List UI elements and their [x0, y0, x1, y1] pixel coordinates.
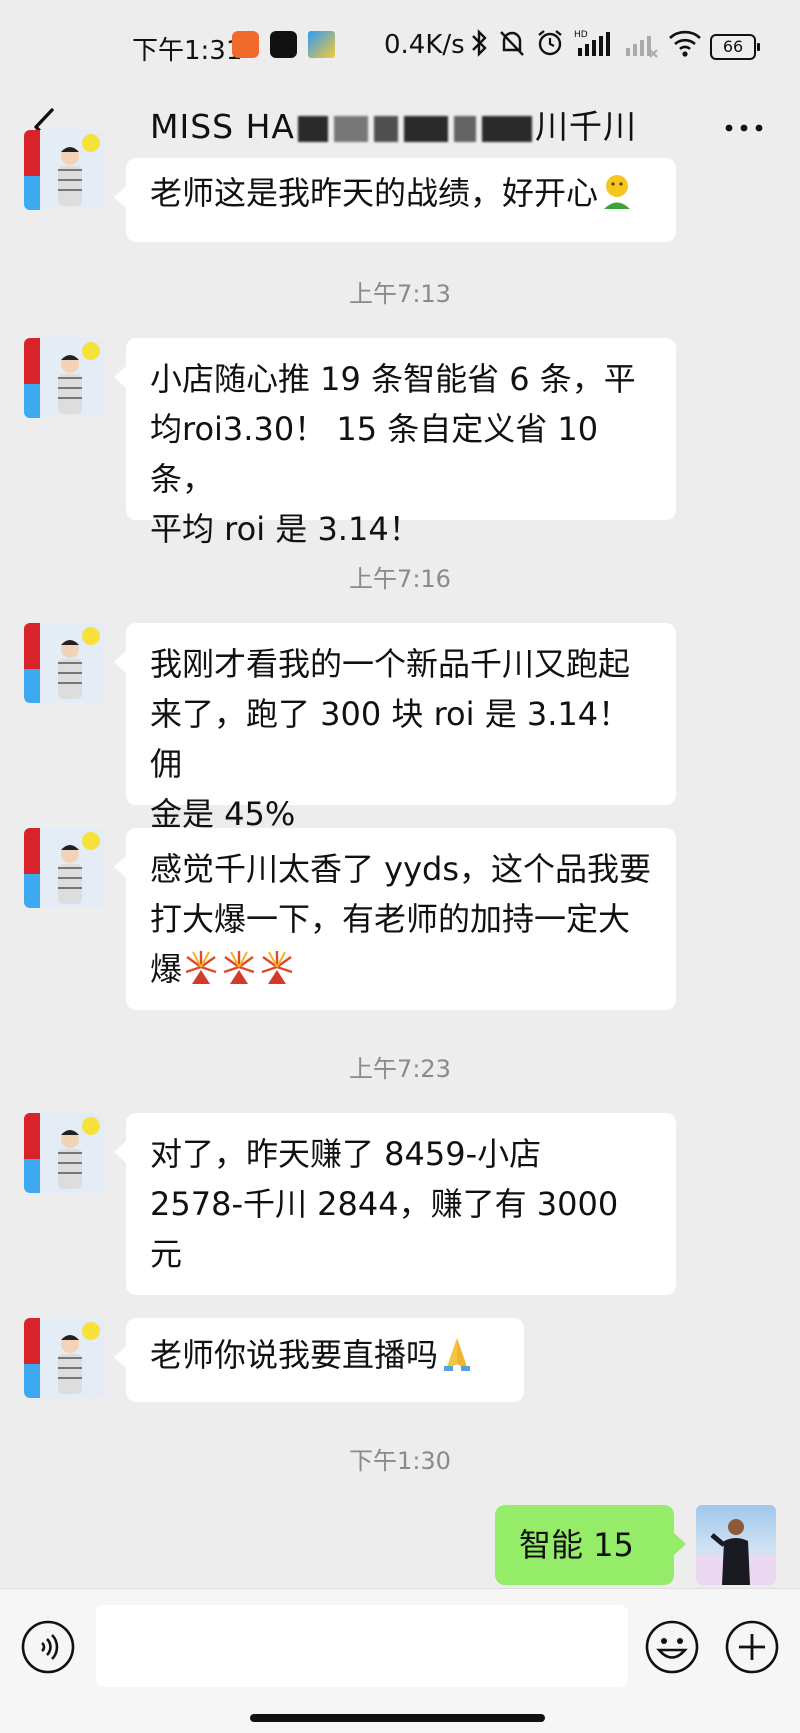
emoji-icon[interactable]: [644, 1619, 700, 1675]
contact-avatar[interactable]: [24, 130, 104, 210]
message-bubble: 老师这是我昨天的战绩，好开心: [114, 158, 676, 242]
capcut-notification-icon: [270, 31, 297, 58]
status-icons: HD: [470, 28, 702, 58]
message-timestamp: 上午7:13: [349, 280, 451, 308]
fireworks-emoji-icon: [261, 951, 293, 984]
message-input[interactable]: [96, 1605, 628, 1687]
plus-icon[interactable]: [724, 1619, 780, 1675]
app-notification-icon: [232, 31, 259, 58]
contact-avatar[interactable]: [24, 338, 104, 418]
alarm-icon: [538, 30, 562, 56]
network-rate: 0.4K/s: [384, 30, 465, 60]
message-timestamp: 下午1:30: [349, 1447, 451, 1475]
redaction-mask: [373, 115, 398, 142]
redaction-mask: [333, 115, 368, 142]
message-timestamp: 上午7:16: [349, 565, 451, 593]
chat-screen: 下午1:31 0.4K/s HD 66 MISS HA 川千川 老师这是我昨天的…: [0, 0, 800, 1733]
more-icon[interactable]: [722, 108, 766, 148]
status-time: 下午1:31: [132, 36, 243, 66]
svg-text:HD: HD: [574, 30, 588, 40]
input-bar: [0, 1588, 800, 1733]
chat-title: MISS HA 川千川: [150, 100, 637, 148]
pray-emoji-icon: [444, 1338, 471, 1371]
redaction-mask: [481, 115, 532, 142]
chat-title-end: 川千川: [534, 107, 637, 146]
signal-hd-icon: HD: [574, 30, 610, 56]
signal-weak-icon: [626, 36, 658, 58]
message-bubble: 对了，昨天赚了 8459-小店 2578-千川 2844，赚了有 3000 元: [114, 1113, 676, 1295]
redaction-mask: [297, 115, 328, 142]
message-bubble: 感觉千川太香了 yyds，这个品我要 打大爆一下，有老师的加持一定大 爆: [114, 828, 676, 1010]
battery-indicator: 66: [710, 34, 760, 60]
message-bubble: 小店随心推 19 条智能省 6 条，平 均roi3.30！ 15 条自定义省 1…: [114, 338, 676, 548]
emoji-happy-icon: [604, 175, 631, 209]
message-bubble: 老师你说我要直播吗: [114, 1318, 524, 1402]
voice-icon[interactable]: [20, 1619, 76, 1675]
message-timestamp: 上午7:23: [349, 1055, 451, 1083]
redaction-mask: [453, 115, 476, 142]
fireworks-emoji-icon: [185, 951, 217, 984]
message-bubble: 我刚才看我的一个新品千川又跑起 来了，跑了 300 块 roi 是 3.14！佣…: [114, 623, 676, 833]
chat-title-start: MISS HA: [150, 107, 295, 146]
contact-avatar[interactable]: [24, 1113, 104, 1193]
mute-bell-icon: [500, 31, 524, 56]
my-message-bubble: 智能 15: [495, 1505, 686, 1585]
my-avatar[interactable]: [696, 1505, 776, 1585]
contact-avatar[interactable]: [24, 623, 104, 703]
redaction-mask: [403, 115, 448, 142]
contact-avatar[interactable]: [24, 828, 104, 908]
wifi-icon: [669, 30, 701, 57]
contact-avatar[interactable]: [24, 1318, 104, 1398]
bluetooth-icon: [472, 29, 487, 57]
fireworks-emoji-icon: [223, 951, 255, 984]
home-indicator: [250, 1714, 545, 1722]
app-notification-icon: [308, 31, 335, 58]
status-bar: 下午1:31 0.4K/s HD 66: [0, 0, 800, 92]
